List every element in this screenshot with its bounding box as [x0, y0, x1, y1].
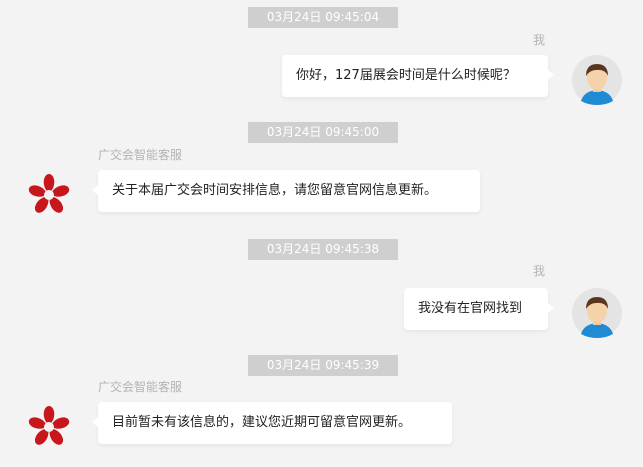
sender-name: 广交会智能客服	[98, 148, 183, 162]
chat-window: 03月24日 09:45:04 我 你好，127届展会时间是什么时候呢？ 03月…	[0, 0, 643, 467]
message-bubble-user: 我没有在官网找到	[404, 288, 554, 330]
sender-name: 我	[533, 264, 546, 278]
timestamp: 03月24日 09:45:00	[248, 122, 398, 143]
sender-name: 广交会智能客服	[98, 380, 183, 394]
timestamp: 03月24日 09:45:04	[248, 7, 398, 28]
message-bubble-user: 你好，127届展会时间是什么时候呢？	[282, 55, 554, 97]
timestamp: 03月24日 09:45:39	[248, 355, 398, 376]
sender-name: 我	[533, 33, 546, 47]
timestamp: 03月24日 09:45:38	[248, 239, 398, 260]
canton-fair-logo-icon	[28, 406, 70, 445]
user-avatar-icon[interactable]	[572, 55, 622, 105]
message-bubble-bot: 关于本届广交会时间安排信息，请您留意官网信息更新。	[92, 170, 480, 212]
canton-fair-logo-icon	[28, 174, 70, 213]
user-avatar-icon[interactable]	[572, 288, 622, 338]
message-bubble-bot: 目前暂未有该信息的，建议您近期可留意官网更新。	[92, 402, 452, 444]
